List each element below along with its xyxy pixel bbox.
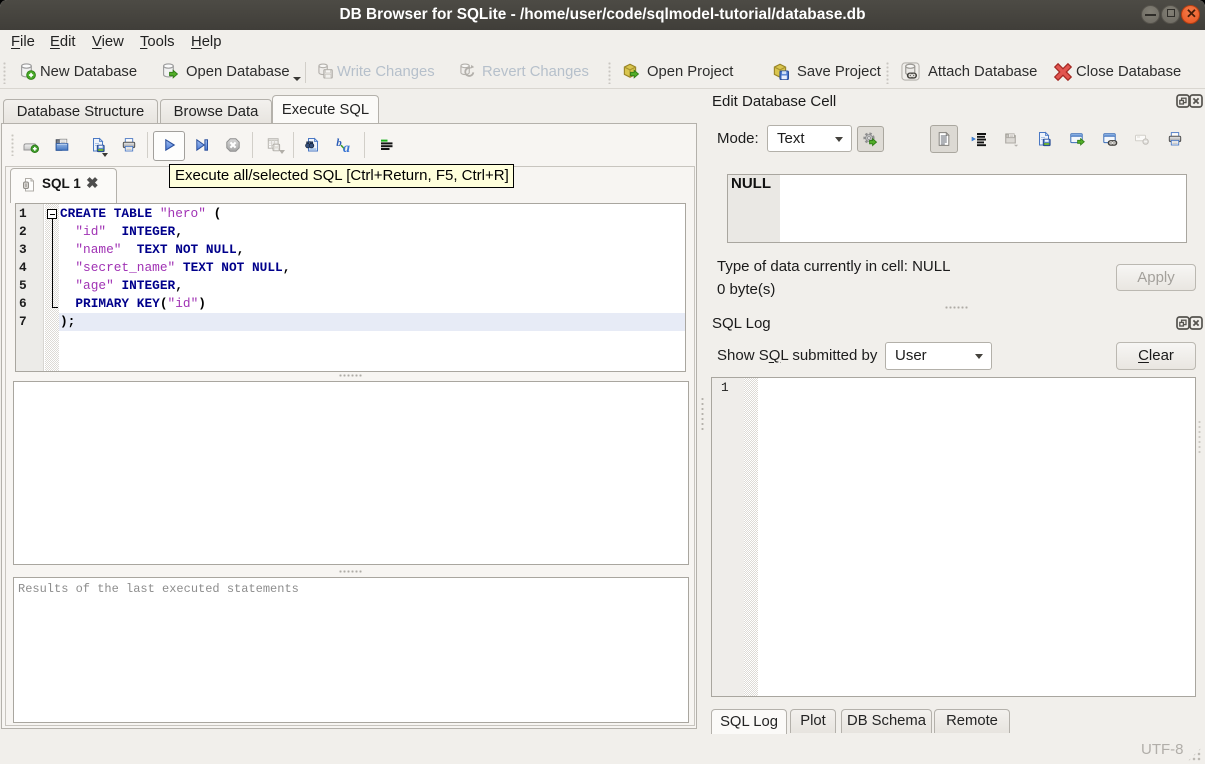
svg-text:a: a [343, 141, 350, 153]
svg-text:b: b [336, 137, 342, 149]
